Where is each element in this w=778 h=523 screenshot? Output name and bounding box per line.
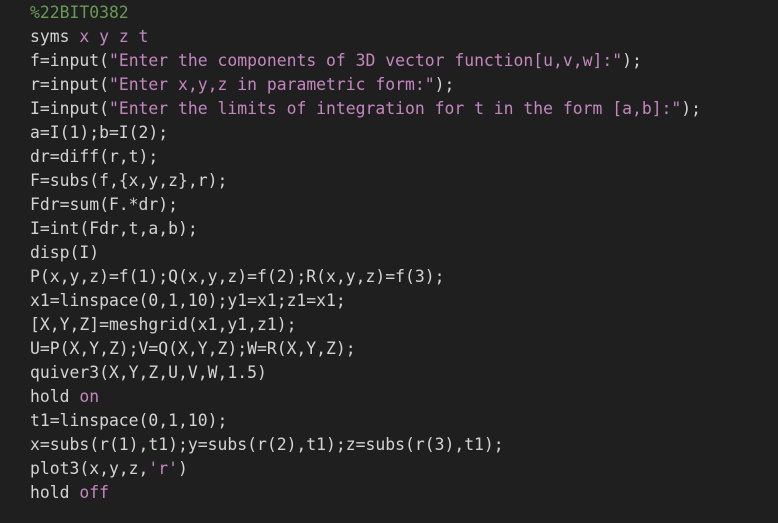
code-line[interactable]: U=P(X,Y,Z);V=Q(X,Y,Z);W=R(X,Y,Z); [30, 337, 778, 361]
code-string: 'r' [148, 459, 179, 478]
code-token: ); [434, 75, 455, 94]
code-line[interactable]: Fdr=sum(F.*dr); [30, 193, 778, 217]
code-line[interactable]: x=subs(r(1),t1);y=subs(r(2),t1);z=subs(r… [30, 433, 778, 457]
code-token: a=I(1);b=I(2); [30, 123, 169, 142]
code-line[interactable]: syms x y z t [30, 25, 778, 49]
code-line[interactable]: hold off [30, 481, 778, 505]
code-editor[interactable]: %22BIT0382 syms x y z t f=input("Enter the… [0, 0, 778, 523]
code-token: I=int(Fdr,t,a,b); [30, 219, 198, 238]
code-line[interactable]: r=input("Enter x,y,z in parametric form:… [30, 73, 778, 97]
code-token: quiver3(X,Y,Z,U,V,W,1.5) [30, 363, 267, 382]
code-token: t1=linspace(0,1,10); [30, 411, 228, 430]
code-line[interactable]: dr=diff(r,t); [30, 145, 778, 169]
code-string: "Enter the limits of integration for t i… [108, 99, 682, 118]
code-line[interactable]: t1=linspace(0,1,10); [30, 409, 778, 433]
code-token: f=input( [30, 51, 109, 70]
code-token: disp(I) [30, 243, 100, 262]
code-token: U=P(X,Y,Z);V=Q(X,Y,Z);W=R(X,Y,Z); [30, 339, 356, 358]
code-token: ); [681, 99, 702, 118]
code-token: syms [30, 27, 70, 46]
code-comment: %22BIT0382 [30, 3, 129, 22]
code-token: ); [622, 51, 642, 70]
code-token: hold [30, 387, 70, 406]
code-token: [X,Y,Z]=meshgrid(x1,y1,z1); [30, 315, 297, 334]
code-token: ) [178, 459, 188, 478]
code-line[interactable]: f=input("Enter the components of 3D vect… [30, 49, 778, 73]
code-string: off [69, 483, 109, 502]
code-line[interactable]: quiver3(X,Y,Z,U,V,W,1.5) [30, 361, 778, 385]
code-line[interactable]: x1=linspace(0,1,10);y1=x1;z1=x1; [30, 289, 778, 313]
code-line[interactable]: I=input("Enter the limits of integration… [30, 97, 778, 121]
code-token: dr=diff(r,t); [30, 147, 159, 166]
code-token: I=input( [30, 99, 109, 118]
code-string: on [69, 387, 100, 406]
code-token: P(x,y,z)=f(1);Q(x,y,z)=f(2);R(x,y,z)=f(3… [30, 267, 445, 286]
code-token: hold [30, 483, 70, 502]
code-line[interactable]: F=subs(f,{x,y,z},r); [30, 169, 778, 193]
code-line[interactable]: I=int(Fdr,t,a,b); [30, 217, 778, 241]
code-line[interactable]: plot3(x,y,z,'r') [30, 457, 778, 481]
code-token: F=subs(f,{x,y,z},r); [30, 171, 228, 190]
code-line[interactable]: P(x,y,z)=f(1);Q(x,y,z)=f(2);R(x,y,z)=f(3… [30, 265, 778, 289]
code-string: "Enter x,y,z in parametric form:" [108, 75, 435, 94]
code-string: "Enter the components of 3D vector funct… [108, 51, 623, 70]
code-line[interactable]: a=I(1);b=I(2); [30, 121, 778, 145]
code-token: Fdr=sum(F.*dr); [30, 195, 179, 214]
code-token: x=subs(r(1),t1);y=subs(r(2),t1);z=subs(r… [30, 435, 504, 454]
code-token: plot3(x,y,z, [30, 459, 149, 478]
code-line[interactable]: disp(I) [30, 241, 778, 265]
code-token: r=input( [30, 75, 109, 94]
code-line[interactable]: hold on [30, 385, 778, 409]
code-line[interactable]: %22BIT0382 [30, 1, 778, 25]
code-line[interactable]: [X,Y,Z]=meshgrid(x1,y1,z1); [30, 313, 778, 337]
code-string: x y z t [69, 27, 149, 46]
code-token: x1=linspace(0,1,10);y1=x1;z1=x1; [30, 291, 346, 310]
